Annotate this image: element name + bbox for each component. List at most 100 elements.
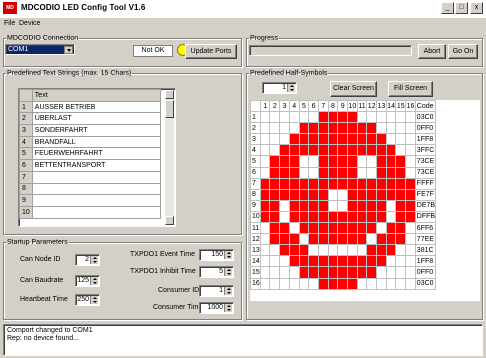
pixel-cell[interactable] — [259, 188, 271, 201]
pixel-cell[interactable] — [385, 177, 397, 190]
pixel-cell[interactable] — [347, 277, 358, 290]
pixel-cell[interactable] — [317, 233, 329, 246]
pixel-cell[interactable] — [347, 166, 358, 179]
pixel-cell[interactable] — [327, 133, 339, 146]
pixel-cell[interactable] — [405, 155, 416, 168]
pixel-cell[interactable] — [376, 222, 387, 235]
pixel-cell[interactable] — [376, 266, 387, 279]
pixel-cell[interactable] — [308, 222, 319, 235]
table-row[interactable]: 6 BETTENTRANSPORT — [19, 159, 161, 172]
spinner-arrows-icon[interactable] — [90, 256, 98, 264]
pixel-cell[interactable] — [308, 111, 319, 124]
pixel-cell[interactable] — [376, 144, 387, 157]
pixel-cell[interactable] — [376, 210, 387, 224]
table-row[interactable]: 5 FEUERWEHRFAHRT — [19, 147, 161, 161]
table-scrollbar[interactable] — [165, 90, 174, 225]
pixel-cell[interactable] — [356, 233, 368, 246]
pixel-cell[interactable] — [317, 255, 329, 268]
spinner-arrows-icon[interactable] — [287, 84, 295, 92]
pixel-cell[interactable] — [269, 210, 281, 224]
pixel-cell[interactable] — [279, 133, 290, 146]
pixel-cell[interactable] — [347, 255, 358, 268]
text-cell[interactable] — [31, 194, 161, 207]
can-node-spinner[interactable]: 2 — [75, 254, 100, 266]
pixel-cell[interactable] — [376, 122, 387, 135]
pixel-cell[interactable] — [356, 277, 368, 290]
pixel-cell[interactable] — [298, 144, 310, 157]
pixel-cell[interactable] — [385, 166, 397, 179]
pixel-cell[interactable] — [385, 244, 397, 257]
pixel-cell[interactable] — [347, 177, 358, 190]
consumer-time-spinner[interactable]: 1000 — [199, 302, 234, 314]
pixel-cell[interactable] — [298, 111, 310, 124]
pixel-cell[interactable] — [366, 210, 378, 224]
pixel-cell[interactable] — [366, 111, 378, 124]
pixel-cell[interactable] — [366, 277, 378, 290]
pixel-cell[interactable] — [405, 199, 416, 212]
pixel-cell[interactable] — [317, 210, 329, 224]
pixel-cell[interactable] — [395, 222, 407, 235]
table-row[interactable]: 9 — [19, 194, 161, 207]
spinner-arrows-icon[interactable] — [224, 268, 232, 276]
pixel-cell[interactable] — [337, 122, 348, 135]
minimize-button[interactable]: _ — [441, 2, 454, 14]
port-select[interactable]: COM1 — [5, 44, 75, 55]
pixel-cell[interactable] — [279, 111, 290, 124]
pixel-cell[interactable] — [259, 177, 271, 190]
pixel-cell[interactable] — [298, 122, 310, 135]
pixel-cell[interactable] — [347, 244, 358, 257]
pixel-cell[interactable] — [269, 111, 281, 124]
pixel-cell[interactable] — [288, 244, 300, 257]
pixel-cell[interactable] — [376, 277, 387, 290]
pixel-cell[interactable] — [327, 155, 339, 168]
pixel-cell[interactable] — [308, 122, 319, 135]
pixel-cell[interactable] — [347, 144, 358, 157]
pixel-cell[interactable] — [308, 233, 319, 246]
pixel-cell[interactable] — [405, 166, 416, 179]
pixel-cell[interactable] — [269, 144, 281, 157]
pixel-cell[interactable] — [337, 266, 348, 279]
pixel-cell[interactable] — [405, 122, 416, 135]
pixel-cell[interactable] — [288, 199, 300, 212]
pixel-cell[interactable] — [288, 111, 300, 124]
pixel-cell[interactable] — [366, 155, 378, 168]
pixel-cell[interactable] — [288, 266, 300, 279]
pixel-cell[interactable] — [385, 266, 397, 279]
pixel-cell[interactable] — [366, 255, 378, 268]
pixel-cell[interactable] — [337, 188, 348, 201]
pixel-cell[interactable] — [347, 155, 358, 168]
pixel-cell[interactable] — [269, 166, 281, 179]
pixel-cell[interactable] — [317, 199, 329, 212]
pixel-cell[interactable] — [366, 266, 378, 279]
pixel-cell[interactable] — [259, 255, 271, 268]
table-row[interactable]: 8 — [19, 182, 161, 196]
pixel-cell[interactable] — [356, 133, 368, 146]
pixel-cell[interactable] — [317, 144, 329, 157]
pixel-cell[interactable] — [366, 133, 378, 146]
pixel-cell[interactable] — [269, 155, 281, 168]
pixel-cell[interactable] — [308, 255, 319, 268]
pixel-cell[interactable] — [327, 210, 339, 224]
pixel-cell[interactable] — [269, 222, 281, 235]
table-row[interactable]: 4 BRANDFALL — [19, 135, 161, 149]
pixel-cell[interactable] — [337, 210, 348, 224]
pixel-cell[interactable] — [288, 155, 300, 168]
pixel-cell[interactable] — [356, 155, 368, 168]
pixel-cell[interactable] — [405, 255, 416, 268]
clear-screen-button[interactable]: Clear Screen — [330, 81, 377, 97]
pixel-cell[interactable] — [259, 210, 271, 224]
pixel-cell[interactable] — [308, 133, 319, 146]
table-row[interactable]: 7 — [19, 170, 161, 184]
pixel-cell[interactable] — [298, 177, 310, 190]
pixel-cell[interactable] — [347, 111, 358, 124]
pixel-cell[interactable] — [327, 266, 339, 279]
pixel-cell[interactable] — [317, 166, 329, 179]
pixel-cell[interactable] — [327, 188, 339, 201]
pixel-cell[interactable] — [308, 144, 319, 157]
scroll-up-icon[interactable] — [165, 90, 174, 99]
pixel-cell[interactable] — [269, 122, 281, 135]
pixel-cell[interactable] — [327, 199, 339, 212]
pixel-cell[interactable] — [308, 210, 319, 224]
pixel-cell[interactable] — [279, 177, 290, 190]
pixel-cell[interactable] — [385, 199, 397, 212]
